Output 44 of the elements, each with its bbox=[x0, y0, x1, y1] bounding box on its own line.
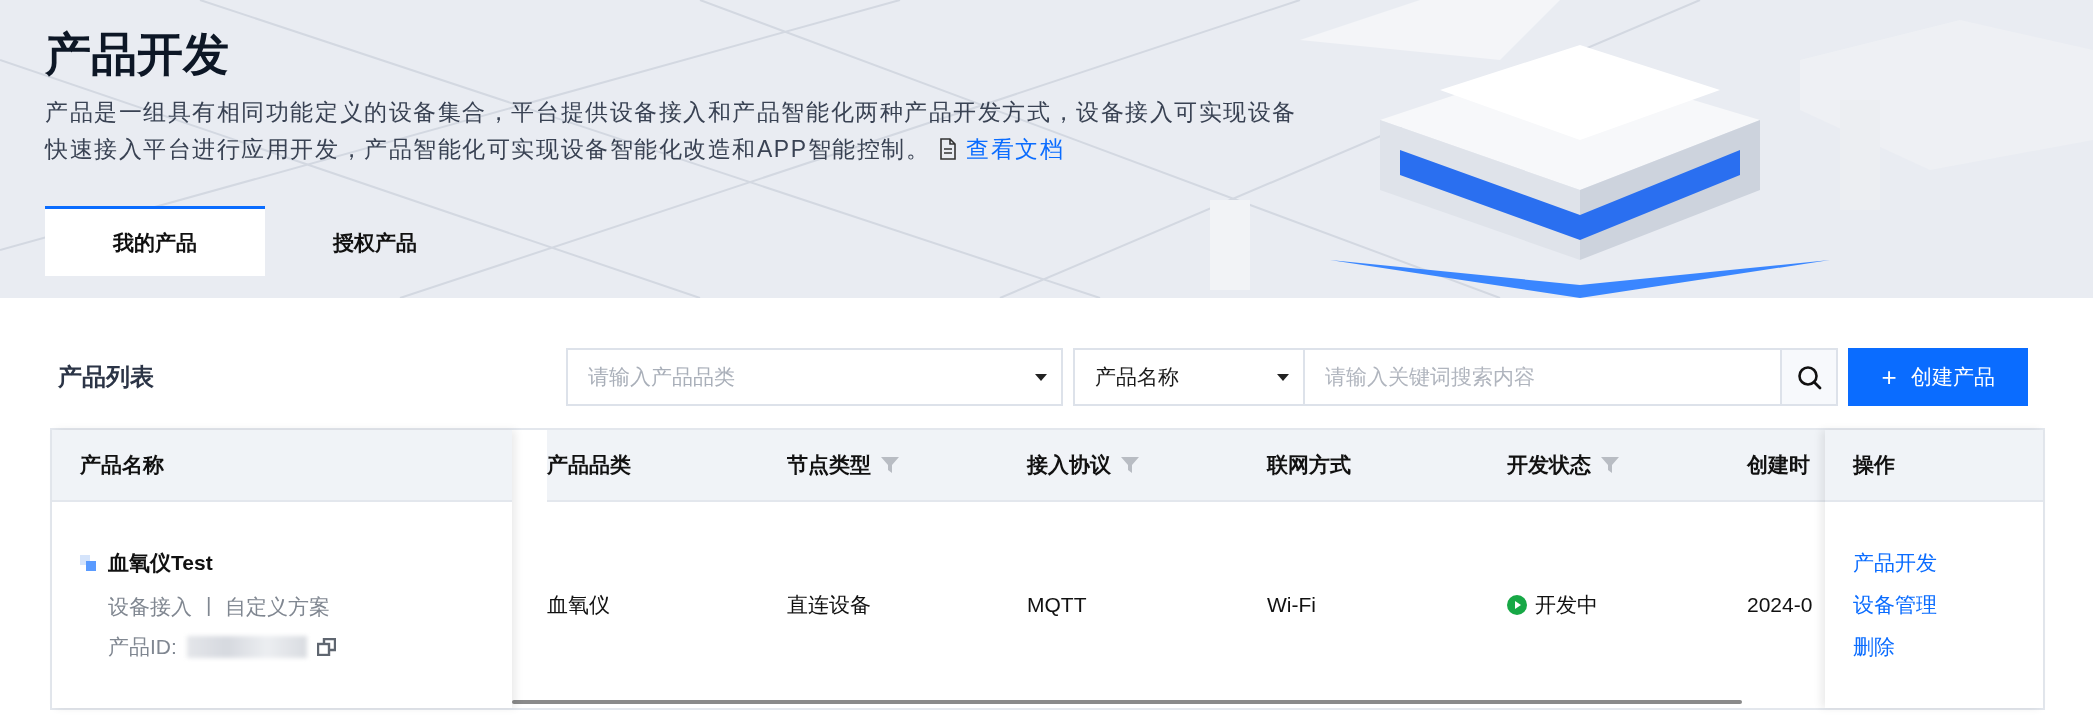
action-link[interactable]: 设备管理 bbox=[1853, 591, 1937, 619]
column-header: 节点类型 bbox=[787, 452, 871, 478]
search-button[interactable] bbox=[1782, 348, 1838, 406]
tab[interactable]: 我的产品 bbox=[45, 206, 265, 276]
column-header: 产品名称 bbox=[80, 452, 164, 478]
table-cell: 2024-0 bbox=[1747, 593, 1813, 617]
document-icon bbox=[938, 138, 959, 160]
table-cell-text: 血氧仪 bbox=[547, 592, 610, 618]
tab[interactable]: 授权产品 bbox=[265, 206, 485, 276]
caret-icon bbox=[1035, 373, 1047, 381]
column-header: 接入协议 bbox=[1027, 452, 1111, 478]
dropdown-value: 产品名称 bbox=[1095, 364, 1180, 390]
status-text: 开发中 bbox=[1535, 592, 1598, 618]
doc-link[interactable]: 查看文档 bbox=[966, 136, 1065, 162]
action-link[interactable]: 产品开发 bbox=[1853, 549, 1937, 577]
filter-icon[interactable] bbox=[1121, 457, 1139, 473]
column-header: 开发状态 bbox=[1507, 452, 1591, 478]
field-dropdown[interactable]: 产品名称 bbox=[1073, 348, 1305, 406]
caret-icon bbox=[1277, 373, 1289, 381]
create-button[interactable]: + 创建产品 bbox=[1848, 348, 2028, 406]
action-link[interactable]: 删除 bbox=[1853, 633, 1895, 661]
section-title: 产品列表 bbox=[58, 362, 155, 392]
page-title: 产品开发 bbox=[45, 27, 230, 82]
placeholder-text: 请输入产品品类 bbox=[588, 364, 736, 390]
custom-plan-link[interactable]: 自定义方案 bbox=[225, 593, 331, 621]
device-access-link[interactable]: 设备接入 bbox=[108, 593, 192, 621]
filter-icon[interactable] bbox=[1601, 457, 1619, 473]
search-icon bbox=[1796, 364, 1822, 390]
product-name: 血氧仪Test bbox=[108, 550, 213, 576]
page-description: 产品是一组具有相同功能定义的设备集合，平台提供设备接入和产品智能化两种产品开发方式，设备接入可实现设备快速接入平台进行应用开发，产品智能化可实现设备智能化改造和APP智能控制。 查看文档 bbox=[45, 98, 1299, 164]
table-cell: MQTT bbox=[1027, 593, 1087, 617]
column-header: 创建时 bbox=[1747, 452, 1810, 478]
column-header: 联网方式 bbox=[1267, 452, 1351, 478]
table-cell: Wi-Fi bbox=[1267, 593, 1316, 617]
placeholder-text: 请输入关键词搜索内容 bbox=[1325, 364, 1535, 390]
filter-icon[interactable] bbox=[881, 457, 899, 473]
product-icon bbox=[80, 555, 96, 571]
product-id-label: 产品ID: bbox=[108, 634, 177, 660]
column-header: 产品品类 bbox=[547, 452, 631, 478]
column-header: 操作 bbox=[1853, 452, 1895, 478]
copy-icon[interactable] bbox=[316, 638, 336, 656]
scrollbar[interactable] bbox=[512, 700, 1742, 704]
separator-text: | bbox=[206, 593, 212, 618]
table-cell-text: 直连设备 bbox=[787, 592, 871, 618]
